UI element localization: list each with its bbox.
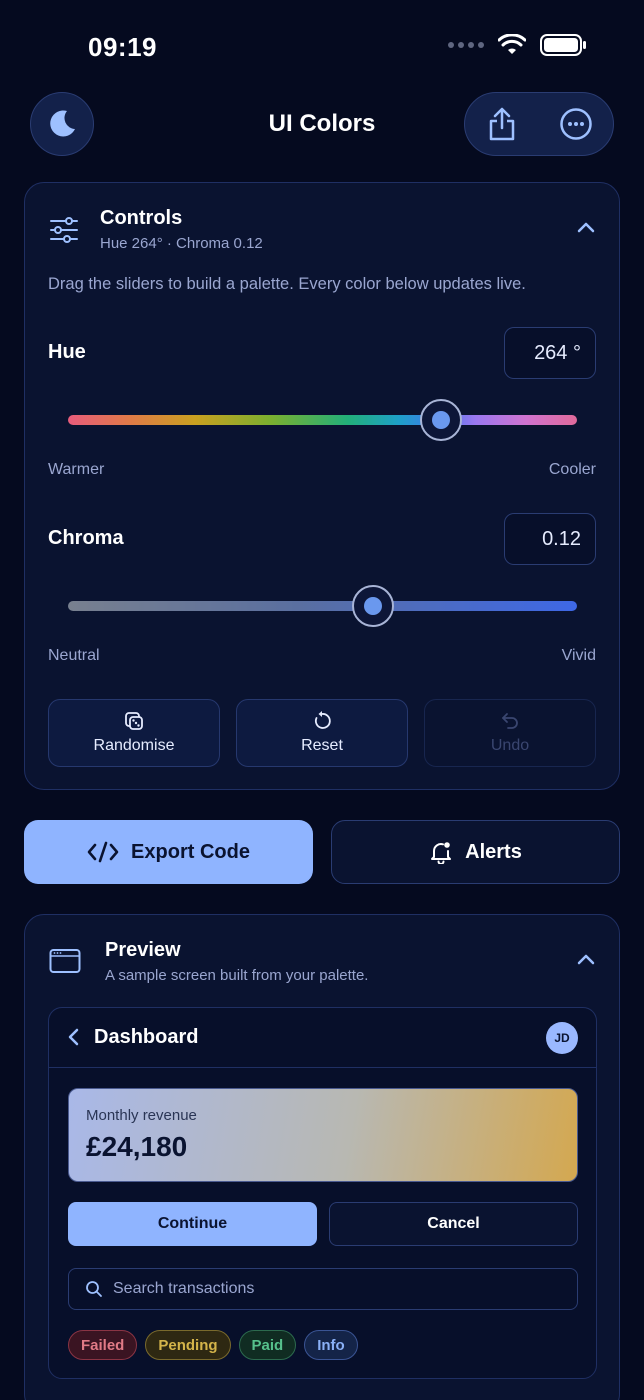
status-icons — [448, 34, 586, 56]
status-badge-paid: Paid — [238, 1330, 297, 1360]
undo-button[interactable]: Undo — [424, 699, 596, 767]
chroma-slider-track[interactable] — [68, 601, 577, 611]
search-icon — [86, 1281, 102, 1297]
undo-icon — [502, 713, 518, 729]
nav-bar: UI Colors — [0, 90, 644, 160]
dice-icon — [125, 712, 143, 730]
chevron-left-icon[interactable] — [67, 1028, 79, 1046]
chevron-up-icon[interactable] — [577, 221, 595, 233]
preview-title: Preview — [105, 939, 181, 961]
signal-icon — [448, 42, 484, 48]
hue-min-label: Warmer — [48, 461, 105, 478]
hue-label: Hue — [48, 341, 86, 363]
controls-hint: Drag the sliders to build a palette. Eve… — [48, 275, 526, 293]
window-icon — [49, 949, 81, 973]
bell-icon — [431, 842, 452, 864]
search-field — [68, 1268, 578, 1310]
dashboard-header: Dashboard JD — [49, 1008, 596, 1068]
code-icon — [87, 841, 119, 863]
export-code-button[interactable]: Export Code — [24, 820, 313, 884]
reset-label: Reset — [301, 737, 343, 754]
randomise-button[interactable]: Randomise — [48, 699, 220, 767]
hue-max-label: Cooler — [548, 461, 596, 478]
controls-subtitle: Hue 264° · Chroma 0.12 — [100, 235, 263, 252]
more-icon — [560, 108, 592, 140]
export-code-label: Export Code — [131, 840, 250, 863]
share-button[interactable] — [478, 100, 526, 148]
hue-value-input[interactable]: 264 ° — [504, 327, 596, 379]
avatar[interactable]: JD — [546, 1022, 578, 1054]
dashboard-title: Dashboard — [94, 1026, 199, 1048]
randomise-label: Randomise — [93, 737, 175, 754]
alerts-button[interactable]: Alerts — [331, 820, 620, 884]
preview-card: Preview A sample screen built from your … — [24, 914, 620, 1400]
more-button[interactable] — [552, 100, 600, 148]
chevron-up-icon[interactable] — [577, 953, 595, 965]
status-time: 09:19 — [88, 32, 157, 62]
chroma-slider-thumb[interactable] — [352, 585, 395, 627]
controls-title: Controls — [100, 207, 183, 229]
controls-card: Controls Hue 264° · Chroma 0.12 Drag the… — [24, 182, 620, 790]
reset-icon — [315, 711, 331, 729]
wifi-icon — [498, 34, 526, 54]
status-badge-info: Info — [304, 1330, 358, 1360]
battery-icon — [540, 34, 586, 56]
status-chips: Failed Pending Paid Info — [68, 1330, 358, 1360]
alerts-label: Alerts — [465, 840, 522, 863]
revenue-card: Monthly revenue £24,180 — [68, 1088, 578, 1182]
dashboard-preview: Dashboard JD Monthly revenue £24,180 Con… — [48, 1007, 597, 1379]
chroma-label: Chroma — [48, 527, 124, 549]
share-icon — [489, 107, 515, 141]
nav-actions — [464, 92, 614, 156]
chroma-value-input[interactable]: 0.12 — [504, 513, 596, 565]
status-bar: 09:19 — [0, 0, 644, 90]
revenue-value: £24,180 — [86, 1131, 188, 1162]
reset-button[interactable]: Reset — [236, 699, 408, 767]
status-badge-failed: Failed — [68, 1330, 138, 1360]
hue-slider-track[interactable] — [68, 415, 577, 425]
hue-slider-thumb[interactable] — [420, 399, 463, 441]
continue-button[interactable]: Continue — [68, 1202, 317, 1246]
status-badge-pending: Pending — [145, 1330, 231, 1360]
undo-label: Undo — [490, 737, 530, 754]
chroma-max-label: Vivid — [561, 647, 596, 664]
chroma-min-label: Neutral — [48, 647, 100, 664]
search-input[interactable] — [113, 1280, 553, 1298]
sliders-icon — [50, 217, 78, 243]
cancel-button[interactable]: Cancel — [329, 1202, 578, 1246]
revenue-label: Monthly revenue — [86, 1107, 197, 1124]
preview-subtitle: A sample screen built from your palette. — [105, 967, 369, 984]
